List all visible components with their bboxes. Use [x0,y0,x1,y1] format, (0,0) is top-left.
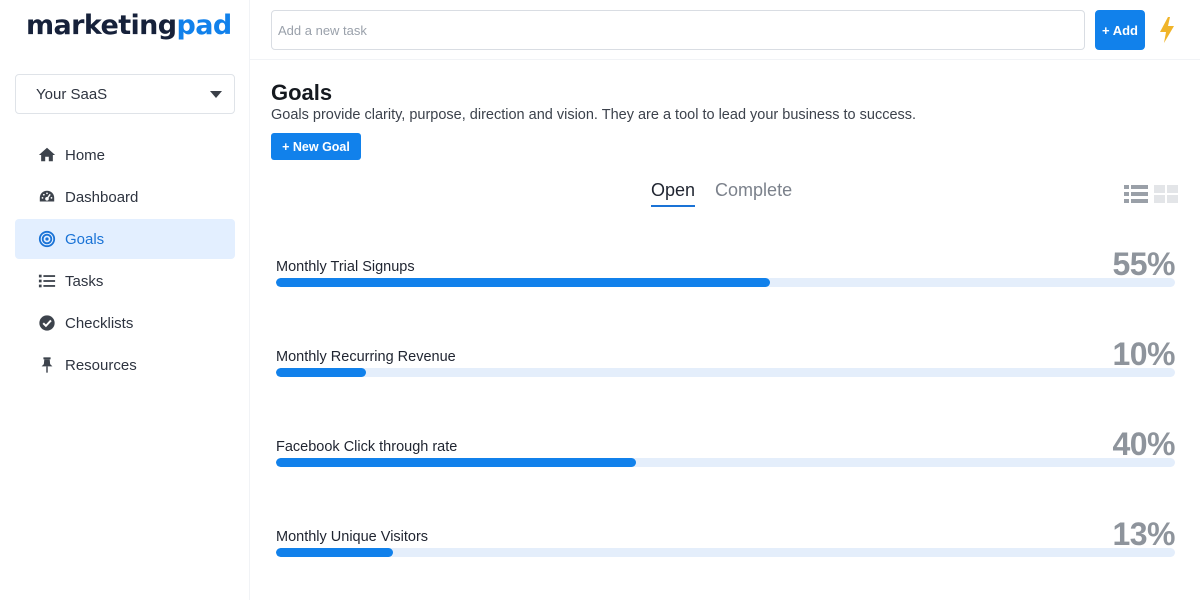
sidebar-item-checklists[interactable]: Checklists [15,303,235,343]
dashboard-icon [37,187,57,207]
sidebar-item-label: Goals [65,230,105,248]
goal-progress-fill [276,368,366,377]
sidebar-item-goals[interactable]: Goals [15,219,235,259]
sidebar-item-label: Resources [65,356,137,374]
view-toggle [1124,184,1178,204]
list-view-icon[interactable] [1124,184,1148,204]
goal-progress-track [276,458,1175,467]
sidebar-item-label: Dashboard [65,188,139,206]
workspace-select[interactable]: Your SaaS [15,74,235,114]
goal-name: Monthly Unique Visitors [276,529,429,545]
goal-progress-track [276,548,1175,557]
home-icon [37,145,57,165]
sidebar-item-label: Tasks [65,272,104,290]
page-title: Goals [271,80,333,105]
goal-progress-track [276,368,1175,377]
goal-progress-fill [276,548,393,557]
sidebar: marketingpad Your SaaS Home Dashboard Go… [0,0,250,600]
pin-icon [37,355,57,375]
lightning-icon[interactable] [1157,16,1177,44]
brand-logo-part2: pad [176,10,233,41]
sidebar-item-dashboard[interactable]: Dashboard [15,177,235,217]
brand-logo-part1: marketing [26,10,177,41]
tab-complete[interactable]: Complete [715,180,792,207]
goal-progress-track [276,278,1175,287]
sidebar-item-label: Home [65,146,106,164]
goal-name: Monthly Recurring Revenue [276,349,456,365]
add-task-button[interactable]: + Add [1095,10,1145,50]
goal-item[interactable]: Monthly Trial Signups 55% [276,246,1175,306]
goal-progress-fill [276,458,636,467]
new-goal-button[interactable]: + New Goal [271,133,361,160]
sidebar-item-resources[interactable]: Resources [15,345,235,385]
goal-name: Monthly Trial Signups [276,259,415,275]
top-bar: + Add [250,0,1200,60]
caret-down-icon [210,90,222,98]
workspace-select-value: Your SaaS [36,85,108,103]
goal-name: Facebook Click through rate [276,439,458,455]
sidebar-item-home[interactable]: Home [15,135,235,175]
check-circle-icon [37,313,57,333]
goal-tabs: Open Complete [651,180,792,207]
page-description: Goals provide clarity, purpose, directio… [271,107,917,123]
sidebar-item-label: Checklists [65,314,134,332]
tab-open[interactable]: Open [651,180,696,207]
list-icon [37,271,57,291]
brand-logo[interactable]: marketingpad [26,10,232,41]
goal-item[interactable]: Facebook Click through rate 40% [276,426,1175,486]
goal-progress-fill [276,278,771,287]
sidebar-nav: Home Dashboard Goals Tasks Checklists Re… [15,135,235,387]
grid-view-icon[interactable] [1154,184,1178,204]
target-icon [37,229,57,249]
sidebar-item-tasks[interactable]: Tasks [15,261,235,301]
new-task-input[interactable] [271,10,1085,50]
goal-item[interactable]: Monthly Unique Visitors 13% [276,516,1175,576]
goal-item[interactable]: Monthly Recurring Revenue 10% [276,336,1175,396]
